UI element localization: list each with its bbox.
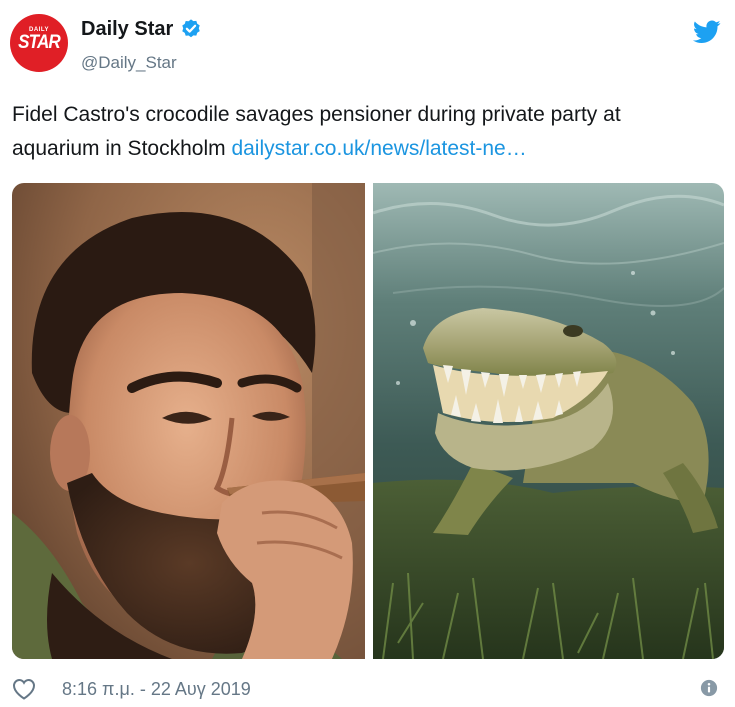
- media-grid[interactable]: [12, 183, 724, 659]
- twitter-bird-icon[interactable]: [693, 20, 721, 44]
- avatar-logo-text: STAR: [18, 32, 61, 53]
- bearded-man-with-cigar-photo[interactable]: [12, 183, 365, 659]
- embedded-tweet: DAILY STAR Daily Star @Daily_Star Fidel …: [0, 0, 735, 707]
- tweet-text: Fidel Castro's crocodile savages pension…: [12, 98, 712, 166]
- tweet-footer: 8:16 π.μ. - 22 Αυγ 2019: [12, 677, 724, 701]
- verified-badge-icon: [182, 19, 200, 38]
- avatar[interactable]: DAILY STAR: [10, 14, 68, 72]
- author-name[interactable]: Daily Star: [81, 18, 173, 41]
- article-link[interactable]: dailystar.co.uk/news/latest-ne…: [231, 137, 526, 160]
- crocodile-underwater-photo[interactable]: [373, 183, 724, 659]
- author-row: Daily Star: [81, 16, 202, 42]
- heart-icon[interactable]: [12, 678, 36, 700]
- author-handle[interactable]: @Daily_Star: [81, 53, 177, 73]
- tweet-timestamp[interactable]: 8:16 π.μ. - 22 Αυγ 2019: [62, 679, 251, 700]
- info-icon[interactable]: [700, 679, 718, 697]
